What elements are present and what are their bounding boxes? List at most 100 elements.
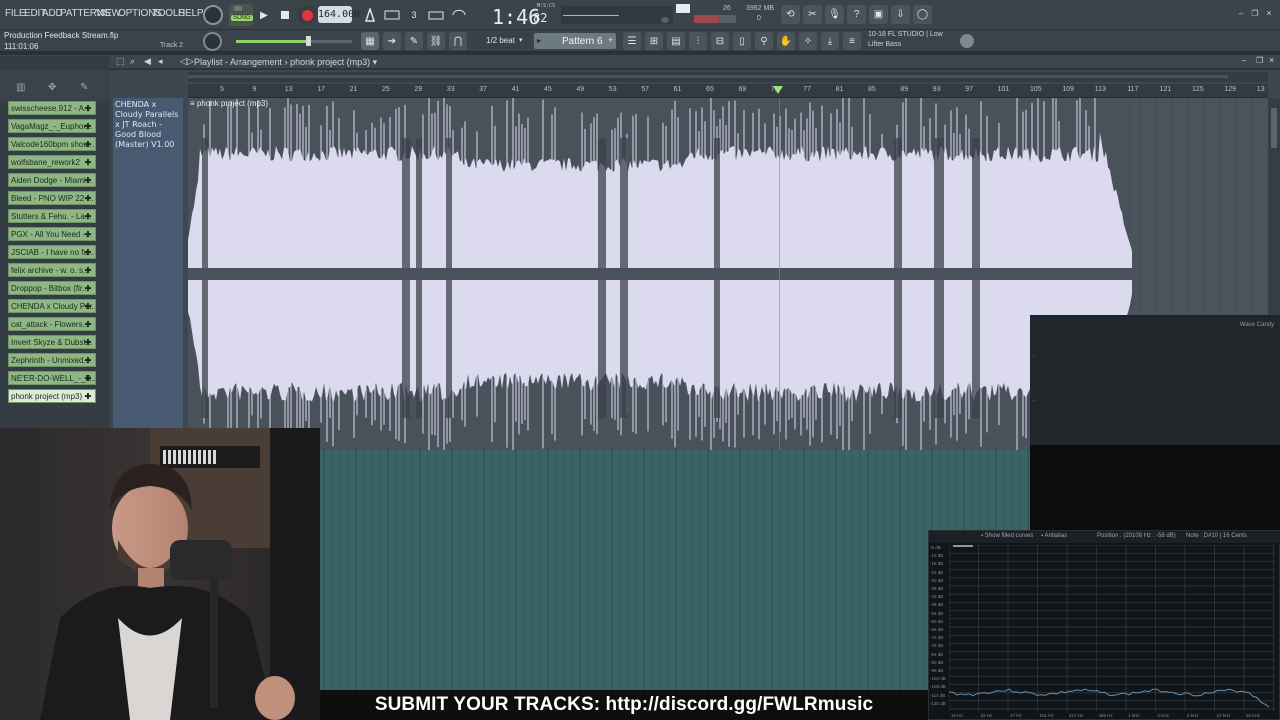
track-add-icon[interactable]: ✚	[83, 336, 93, 348]
empty-playlist-region[interactable]	[1132, 98, 1268, 315]
play-button[interactable]: ▶	[255, 6, 273, 24]
tempo-tapper-icon[interactable]: ≡	[843, 32, 861, 50]
track-picker-item[interactable]: wolfsbane_rework2 ✚	[8, 155, 96, 169]
track-picker-item[interactable]: Bleed - PNO WIP 22-... ✚	[8, 191, 96, 205]
track-picker-item[interactable]: felix archive - w. o. s... ✚	[8, 263, 96, 277]
chat-icon[interactable]: ◯	[913, 5, 932, 24]
save-icon[interactable]: ▣	[869, 5, 888, 24]
track-add-icon[interactable]: ✚	[83, 156, 93, 168]
add-pattern-icon[interactable]: +	[608, 35, 613, 45]
audio-clip[interactable]	[188, 98, 1132, 450]
touch-keyboard-icon[interactable]: ✋	[777, 32, 795, 50]
mixer-icon[interactable]: ⫶	[689, 32, 707, 50]
record-button[interactable]	[297, 5, 317, 25]
zoom-tool-icon[interactable]: ⌕	[130, 56, 135, 67]
track-add-icon[interactable]: ✚	[83, 264, 93, 276]
track-picker-item[interactable]: Invert Skyze & Dubst... ✚	[8, 335, 96, 349]
timeline-ruler[interactable]: 5 9 13 17 21 25 29 33 37 41 45 49 53 57 61 65 69 73 77 81 85…	[188, 84, 1268, 98]
scope-knob[interactable]	[661, 17, 669, 23]
master-pitch-knob[interactable]	[203, 32, 222, 51]
browser-icon[interactable]: ⊟	[711, 32, 729, 50]
online-icon[interactable]: ✧	[799, 32, 817, 50]
vertical-scroll-thumb[interactable]	[1271, 108, 1277, 148]
track-add-icon[interactable]: ✚	[83, 282, 93, 294]
track-add-icon[interactable]: ✚	[83, 228, 93, 240]
track-picker-item[interactable]: cat_attack - Flowers... ✚	[8, 317, 96, 331]
track-picker-item[interactable]: NE'ER-DO-WELL_-_R... ✚	[8, 371, 96, 385]
song-position-display[interactable]: 1:46 82 M:S:CS	[478, 2, 558, 29]
magnet-icon[interactable]: ⋂	[449, 32, 467, 50]
minimize-window-icon[interactable]: –	[1236, 8, 1246, 18]
track-add-icon[interactable]: ✚	[83, 354, 93, 366]
countdown-icon[interactable]: 3	[405, 6, 423, 24]
wave-candy-plugin[interactable]: Wave Candy — —	[1030, 315, 1280, 445]
picker-move-icon[interactable]: ✥	[48, 82, 56, 93]
download-icon[interactable]: ⤓	[821, 32, 839, 50]
link-icon[interactable]: ⛓	[427, 32, 445, 50]
paint-brush-icon[interactable]: ✎	[405, 32, 423, 50]
picker-grid-icon[interactable]: ▥	[16, 82, 25, 93]
spectrum-analyzer-plugin[interactable]: ▪ Show filled curves ▪ Antialias Positio…	[928, 530, 1280, 720]
playback-tool-icon[interactable]: ◀	[144, 56, 151, 67]
pattern-select[interactable]: ▸ Pattern 6 +	[534, 33, 616, 49]
playlist-arrow-icon[interactable]: ◁▷	[180, 56, 194, 67]
track-picker-item[interactable]: VagaMagz_-_Euphor... ✚	[8, 119, 96, 133]
menu-help[interactable]: HELP	[178, 8, 204, 19]
arrow-next-icon[interactable]: ➔	[383, 32, 401, 50]
track-add-icon[interactable]: ✚	[83, 318, 93, 330]
playlist-close-icon[interactable]: ×	[1269, 55, 1274, 65]
track-add-icon[interactable]: ✚	[83, 210, 93, 222]
track-picker-item[interactable]: CHENDA x Cloudy Par... ✚	[8, 299, 96, 313]
track-add-icon[interactable]: ✚	[83, 300, 93, 312]
track-add-icon[interactable]: ✚	[83, 372, 93, 384]
metronome-icon[interactable]	[361, 6, 379, 24]
close-window-icon[interactable]: ×	[1264, 8, 1274, 18]
pattern-song-toggle[interactable]: SONG	[229, 4, 253, 26]
master-volume-handle[interactable]	[306, 36, 311, 46]
stop-button[interactable]	[276, 6, 294, 24]
playlist-overview-scroll[interactable]	[188, 72, 1268, 82]
cut-icon[interactable]: ✂	[803, 5, 822, 24]
render-icon[interactable]: ⇩	[891, 5, 910, 24]
overview-thumb[interactable]	[188, 75, 1228, 78]
track-add-icon[interactable]: ✚	[83, 192, 93, 204]
show-filled-checkbox[interactable]: ▪ Show filled curves	[981, 533, 1033, 539]
track-add-icon[interactable]: ✚	[83, 102, 93, 114]
track-add-icon[interactable]: ✚	[83, 174, 93, 186]
master-volume-slider[interactable]	[236, 36, 352, 46]
playlist-empty-lanes[interactable]	[320, 450, 1030, 690]
plugin-picker-icon[interactable]: ⚲	[755, 32, 773, 50]
track-picker-item[interactable]: PGX - All You Need -... ✚	[8, 227, 96, 241]
antialias-checkbox[interactable]: ▪ Antialias	[1041, 533, 1067, 539]
menu-file[interactable]: FILE	[5, 8, 26, 19]
piano-roll-window-icon[interactable]: ▤	[667, 32, 685, 50]
speaker-icon[interactable]: ◂	[158, 56, 163, 67]
microphone-icon[interactable]: 🎙	[825, 5, 844, 24]
track-picker-item[interactable]: Stutters & Fehu. - La... ✚	[8, 209, 96, 223]
playlist-minimize-icon[interactable]: –	[1242, 56, 1246, 65]
wait-input-icon[interactable]	[383, 6, 401, 24]
track-add-icon[interactable]: ✚	[83, 246, 93, 258]
globe-news-icon[interactable]	[960, 34, 974, 48]
step-edit-icon[interactable]	[427, 6, 445, 24]
track-add-icon[interactable]: ✚	[83, 138, 93, 150]
playlist-maximize-icon[interactable]: ❐	[1256, 56, 1263, 65]
track-picker-item[interactable]: JSCIAB - I have no fu... ✚	[8, 245, 96, 259]
playhead-marker[interactable]	[773, 86, 783, 94]
playlist-icon[interactable]: ☰	[623, 32, 641, 50]
track-picker-item[interactable]: Valcode160bpm shou... ✚	[8, 137, 96, 151]
project-browser-icon[interactable]: ▯	[733, 32, 751, 50]
select-tool-icon[interactable]: ⬚	[116, 56, 125, 67]
tempo-display[interactable]: 164.000	[318, 6, 360, 23]
loop-record-icon[interactable]	[450, 6, 468, 24]
track-picker-item[interactable]: swisscheese.912 - A... ✚	[8, 101, 96, 115]
piano-roll-icon[interactable]: ▦	[361, 32, 379, 50]
track-add-icon[interactable]: ✚	[83, 390, 93, 402]
track-add-icon[interactable]: ✚	[83, 120, 93, 132]
track-picker-item[interactable]: phonk project (mp3) ✚	[8, 389, 96, 403]
restore-window-icon[interactable]: ❐	[1250, 8, 1260, 18]
track-header[interactable]: CHENDA x Cloudy Parallels x JT Roach - G…	[113, 98, 183, 428]
help-icon[interactable]: ?	[847, 5, 866, 24]
track-picker-item[interactable]: Droppop - Bitbox (fir... ✚	[8, 281, 96, 295]
track-picker-item[interactable]: Zephrinth - Unmixed... ✚	[8, 353, 96, 367]
